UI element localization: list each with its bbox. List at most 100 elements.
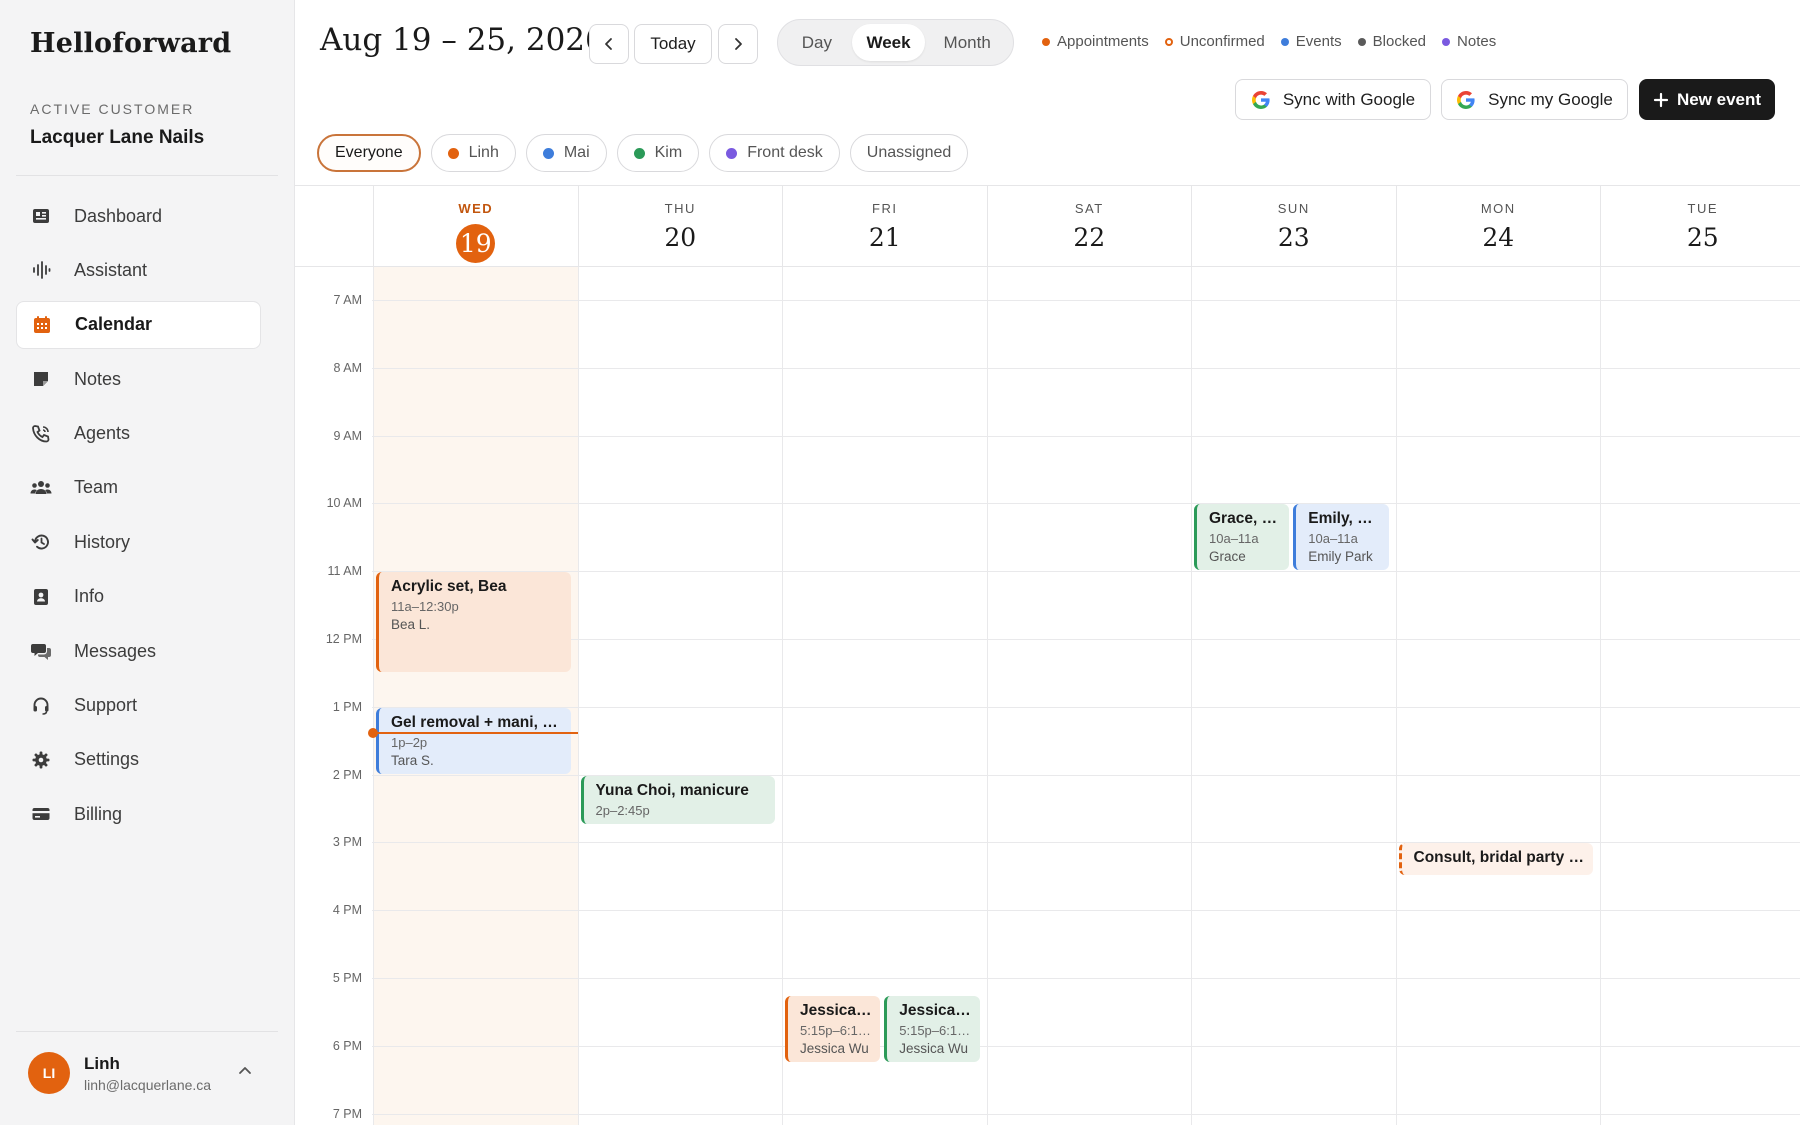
sidebar-item-support[interactable]: Support — [16, 682, 261, 730]
hour-gridline — [372, 571, 1800, 573]
sidebar-item-team[interactable]: Team — [16, 464, 261, 512]
today-date-badge: 19 — [456, 224, 496, 263]
legend-item-notes: Notes — [1442, 33, 1496, 50]
event-time: 10a–11a — [1209, 531, 1259, 547]
day-number: 20 — [664, 223, 697, 252]
waveform-icon — [30, 259, 52, 281]
hour-gridline — [372, 300, 1800, 301]
staff-filter-chips: Everyone Linh Mai Kim Front desk Unassigned — [317, 134, 978, 172]
staff-color-dot — [447, 147, 459, 159]
day-header-thu[interactable]: THU 20 — [577, 186, 783, 266]
sidebar-item-label: Agents — [74, 423, 131, 444]
sidebar-item-label: Info — [74, 586, 105, 607]
calendar-event[interactable]: Jessica Wu 5:15p–6:15p Jessica Wu — [785, 995, 881, 1062]
legend-dot — [1164, 37, 1173, 46]
event-client: Grace — [1209, 549, 1246, 565]
legend-label: Blocked — [1372, 33, 1427, 50]
today-button[interactable]: Today — [634, 24, 712, 64]
filter-chip-everyone[interactable]: Everyone — [317, 134, 421, 172]
sidebar-item-label: Calendar — [75, 314, 153, 335]
legend-dot — [1442, 37, 1451, 46]
legend-item-blocked: Blocked — [1357, 33, 1427, 50]
hour-gridline — [372, 1113, 1800, 1115]
event-client: Jessica Wu — [800, 1040, 869, 1056]
brand-logo[interactable]: Helloforward — [30, 28, 231, 59]
sync-my-google-label: Sync my Google — [1488, 89, 1613, 109]
calendar-event[interactable]: Emily, pedicure 10a–11a Emily Park — [1293, 504, 1389, 571]
sidebar-item-assistant[interactable]: Assistant — [16, 246, 261, 294]
sidebar-item-info[interactable]: Info — [16, 573, 261, 621]
sync-my-google-button[interactable]: Sync my Google — [1441, 79, 1628, 120]
sync-with-google-label: Sync with Google — [1282, 89, 1416, 109]
hour-label: 6 PM — [332, 1038, 362, 1053]
user-menu[interactable]: LI Linh linh@lacquerlane.ca — [16, 1036, 278, 1110]
day-header-wed[interactable]: WED 19 — [373, 186, 578, 266]
hour-gridline — [372, 706, 1800, 708]
hour-gridline — [372, 503, 1800, 505]
calendar-event[interactable]: Grace, gel 10a–11a Grace — [1194, 504, 1290, 571]
view-day-tab[interactable]: Day — [782, 24, 852, 61]
sidebar-item-label: Dashboard — [74, 205, 163, 226]
hour-gridline — [372, 639, 1800, 640]
previous-week-button[interactable] — [589, 24, 629, 64]
event-title: Acrylic set, Bea — [391, 578, 507, 596]
headset-icon — [30, 695, 52, 717]
filter-chip-unassigned[interactable]: Unassigned — [849, 134, 969, 172]
next-week-button[interactable] — [718, 24, 758, 64]
google-icon — [1457, 90, 1475, 109]
sidebar-item-agents[interactable]: Agents — [16, 410, 261, 458]
legend-dot — [1357, 37, 1366, 46]
day-header-tue[interactable]: TUE 25 — [1600, 186, 1800, 266]
day-header-fri[interactable]: FRI 21 — [782, 186, 987, 266]
sidebar-item-settings[interactable]: Settings — [16, 736, 261, 784]
filter-chip-kim[interactable]: Kim — [616, 134, 700, 172]
calendar-event[interactable]: Consult, bridal party (6) — [1398, 843, 1593, 876]
filter-chip-front-desk[interactable]: Front desk — [709, 134, 840, 172]
sync-with-google-button[interactable]: Sync with Google — [1235, 79, 1431, 120]
event-title: Jessica Wu — [899, 1001, 971, 1019]
legend-label: Unconfirmed — [1179, 33, 1265, 50]
sidebar-item-label: Settings — [74, 749, 140, 770]
new-event-label: New event — [1676, 89, 1762, 109]
event-title: Yuna Choi, manicure — [595, 781, 749, 799]
view-switcher: Day Week Month — [777, 19, 1014, 66]
day-header-mon[interactable]: MON 24 — [1395, 186, 1601, 266]
filter-chip-mai[interactable]: Mai — [525, 134, 607, 172]
event-client: Bea L. — [391, 617, 431, 633]
plus-icon — [1653, 92, 1669, 107]
event-title: Gel removal + mani, Tara — [391, 713, 563, 731]
sidebar-item-label: Billing — [74, 803, 123, 824]
staff-color-dot — [633, 147, 645, 159]
view-week-tab[interactable]: Week — [851, 24, 926, 61]
sidebar-item-messages[interactable]: Messages — [16, 627, 261, 675]
active-customer-name[interactable]: Lacquer Lane Nails — [30, 127, 204, 149]
view-month-tab[interactable]: Month — [925, 24, 1009, 61]
week-calendar: 7 AM 8 AM 9 AM 10 AM 11 AM 12 PM 1 PM 2 PM 3 PM 4… — [295, 185, 1800, 1125]
sidebar-item-dashboard[interactable]: Dashboard — [16, 192, 261, 240]
calendar-event[interactable]: Yuna Choi, manicure 2p–2:45p — [580, 775, 775, 825]
day-of-week: SAT — [1074, 201, 1104, 216]
sidebar-nav: Dashboard Assistant Calendar Notes Agent… — [16, 192, 261, 845]
day-number: 21 — [868, 223, 901, 252]
day-column-divider — [1395, 267, 1397, 1125]
hour-label: 3 PM — [332, 835, 362, 850]
day-header-sat[interactable]: SAT 22 — [986, 186, 1192, 266]
chevron-up-icon[interactable] — [238, 1064, 252, 1078]
event-time: 10a–11a — [1308, 531, 1358, 547]
calendar-grid: 7 AM 8 AM 9 AM 10 AM 11 AM 12 PM 1 PM 2 PM 3 PM 4… — [295, 267, 1800, 1125]
new-event-button[interactable]: New event — [1639, 79, 1775, 120]
hour-gridline — [372, 910, 1800, 912]
day-header-sun[interactable]: SUN 23 — [1191, 186, 1396, 266]
sidebar-item-calendar[interactable]: Calendar — [16, 300, 261, 349]
filter-chip-linh[interactable]: Linh — [430, 134, 516, 172]
hour-label: 2 PM — [332, 767, 362, 782]
event-time: 11a–12:30p — [391, 599, 459, 615]
sidebar-item-billing[interactable]: Billing — [16, 790, 261, 838]
sidebar-item-history[interactable]: History — [16, 518, 261, 566]
calendar-event[interactable]: Gel removal + mani, Tara 1p–2p Tara S. — [376, 707, 571, 774]
sidebar-item-label: Assistant — [74, 259, 148, 280]
calendar-event[interactable]: Jessica Wu 5:15p–6:15p Jessica Wu — [884, 995, 980, 1062]
calendar-event[interactable]: Acrylic set, Bea 11a–12:30p Bea L. — [376, 572, 571, 672]
day-column-divider — [986, 267, 988, 1125]
sidebar-item-notes[interactable]: Notes — [16, 355, 261, 403]
